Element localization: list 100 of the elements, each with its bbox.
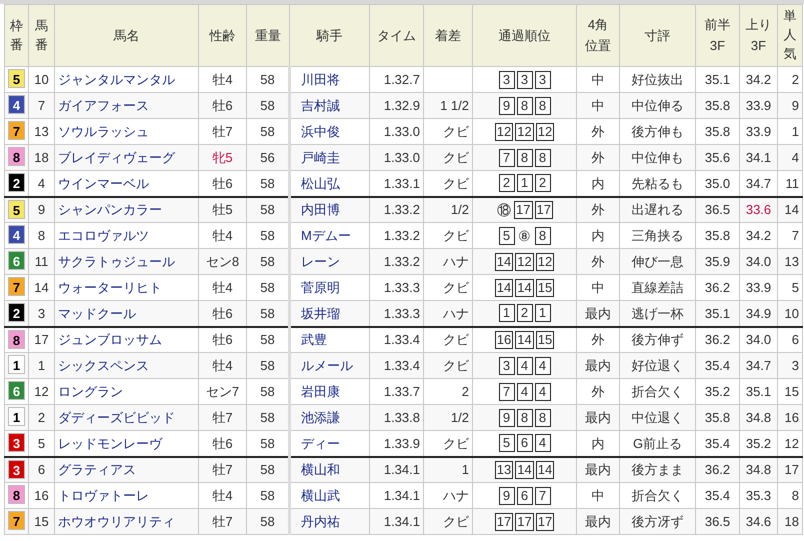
- corner-position: 内: [592, 176, 604, 190]
- column-header: 着差: [435, 26, 461, 45]
- column-header: 上り3F: [744, 16, 772, 54]
- margin: クビ: [443, 514, 469, 529]
- sex-age: 牡4: [212, 488, 233, 503]
- sex-age: 牡7: [212, 410, 233, 425]
- margin: クビ: [443, 358, 469, 373]
- first-3f: 36.5: [704, 202, 730, 217]
- first-3f: 36.5: [704, 514, 730, 529]
- sex-age: 牡7: [212, 462, 233, 477]
- last-3f: 33.9: [746, 280, 772, 295]
- frame-badge: 3: [8, 433, 25, 452]
- position-box: 12: [515, 122, 534, 140]
- first-3f: 35.4: [704, 436, 730, 450]
- horse-number: 5: [38, 436, 46, 450]
- last-3f: 34.8: [746, 410, 772, 425]
- position-box: 17: [515, 512, 534, 530]
- last-3f: 34.0: [746, 254, 772, 269]
- column-header: 重量: [255, 26, 281, 45]
- corner-position: 中: [592, 72, 604, 87]
- position-box: 14: [515, 330, 534, 349]
- horse-number: 6: [38, 462, 46, 477]
- popularity: 13: [784, 254, 799, 269]
- last-3f: 34.6: [746, 514, 772, 529]
- sex-age: セン7: [206, 384, 240, 399]
- first-3f: 35.1: [704, 72, 730, 87]
- column-header: 寸評: [644, 26, 670, 45]
- position-box: 1: [498, 304, 514, 322]
- comment: 三角挟る: [632, 228, 684, 243]
- finish-time: 1.33.4: [384, 358, 420, 373]
- comment: 先粘るも: [632, 176, 684, 190]
- column-header: 性齢: [210, 26, 236, 45]
- weight: 58: [260, 202, 275, 217]
- corner-position: 中: [592, 488, 604, 503]
- first-3f: 35.8: [704, 410, 730, 425]
- first-3f: 35.1: [704, 306, 730, 320]
- weight: 58: [260, 358, 275, 373]
- popularity: 2: [792, 72, 799, 87]
- corner-position: 外: [592, 202, 604, 217]
- popularity: 6: [792, 332, 799, 347]
- sex-age: 牡4: [212, 280, 233, 295]
- comment: 後方まま: [632, 462, 684, 477]
- frame-badge: 8: [8, 485, 25, 504]
- sex-age: 牡6: [212, 98, 233, 113]
- horse-number: 15: [34, 514, 49, 529]
- finish-time: 1.32.9: [384, 98, 420, 113]
- horse-number: 16: [34, 488, 49, 503]
- popularity: 17: [784, 462, 799, 477]
- position-box: 7: [534, 486, 550, 504]
- first-3f: 36.2: [704, 462, 730, 477]
- comment: 逃げ一杯: [632, 306, 684, 320]
- position-box: 8: [516, 408, 532, 426]
- frame-badge: 7: [8, 277, 25, 296]
- frame-badge: 2: [8, 303, 25, 322]
- margin: 1/2: [450, 202, 469, 217]
- frame-badge: 4: [8, 95, 25, 114]
- finish-time: 1.33.3: [384, 280, 420, 295]
- weight: 58: [260, 306, 275, 320]
- position-box: 4: [516, 356, 532, 374]
- margin: 1: [462, 462, 469, 477]
- horse-number: 8: [38, 228, 46, 243]
- last-3f: 33.6: [746, 202, 772, 217]
- last-3f: 35.1: [746, 384, 772, 399]
- finish-time: 1.34.1: [384, 514, 420, 529]
- finish-time: 1.33.8: [384, 410, 420, 425]
- comment: 中位伸も: [632, 150, 684, 165]
- horse-number: 1: [38, 358, 46, 373]
- popularity: 7: [792, 228, 799, 243]
- horse-number: 18: [34, 150, 49, 165]
- position-box: 6: [516, 486, 532, 504]
- popularity: 9: [792, 98, 799, 113]
- popularity: 14: [784, 202, 799, 217]
- corner-position: 最内: [585, 410, 611, 425]
- position-box: 4: [516, 382, 532, 400]
- position-box: 15: [536, 330, 554, 349]
- comment: 伸び一息: [632, 254, 684, 269]
- corner-position: 内: [592, 228, 604, 243]
- frame-badge: 4: [8, 225, 25, 244]
- position-box: 3: [534, 70, 550, 88]
- margin: 2: [462, 384, 469, 399]
- horse-number: 12: [34, 384, 49, 399]
- position-box: 17: [536, 512, 554, 530]
- last-3f: 35.3: [746, 488, 772, 503]
- comment: 好位抜出: [632, 72, 684, 87]
- last-3f: 34.2: [746, 72, 772, 87]
- sex-age: 牡6: [212, 332, 233, 347]
- corner-position: 中: [592, 280, 604, 295]
- margin: 1 1/2: [440, 98, 469, 113]
- last-3f: 34.7: [746, 176, 772, 190]
- jockey-link[interactable]: 武豊: [301, 332, 327, 347]
- first-3f: 35.4: [704, 358, 730, 373]
- position-box: 8: [534, 408, 550, 426]
- frame-badge: 6: [8, 381, 25, 400]
- margin: クビ: [443, 176, 469, 190]
- finish-time: 1.33.0: [384, 124, 420, 139]
- corner-position: 内: [592, 436, 604, 450]
- position-box: 7: [498, 148, 514, 166]
- popularity: 4: [792, 150, 799, 165]
- weight: 58: [260, 124, 275, 139]
- corner-position: 最内: [585, 462, 611, 477]
